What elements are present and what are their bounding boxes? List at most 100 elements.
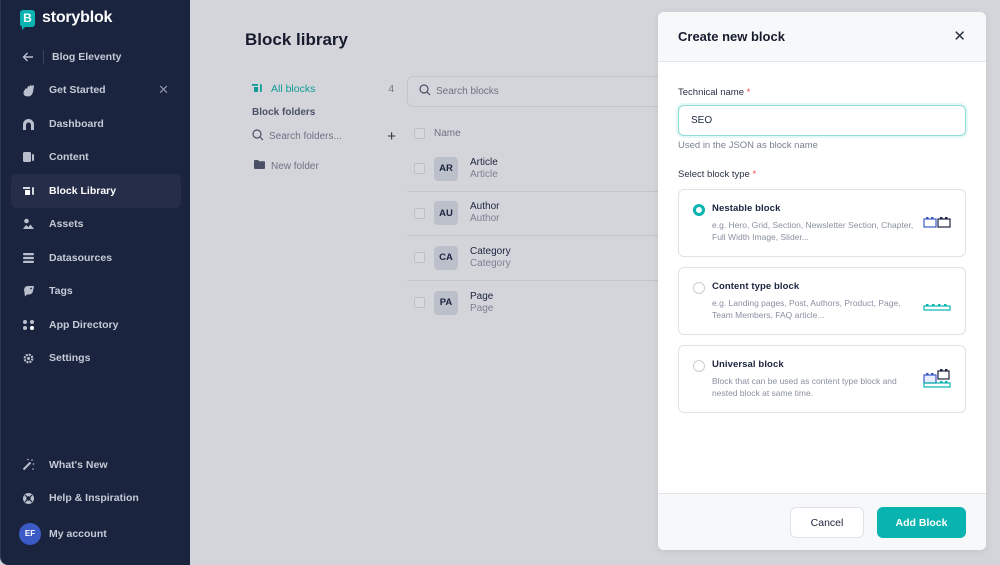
block-technical-name: Category (470, 257, 511, 269)
sidebar-item-content[interactable]: Content (11, 141, 181, 175)
block-type-content-type[interactable]: Content type block e.g. Landing pages, P… (678, 267, 966, 335)
tag-icon (21, 284, 35, 298)
sidebar-item-label: Tags (49, 285, 73, 298)
sidebar-item-datasources[interactable]: Datasources (11, 241, 181, 275)
sidebar: B storyblok Blog Eleventy Get Started ✕ … (0, 0, 190, 565)
table-row[interactable]: AU Author Author (407, 192, 658, 236)
block-name: Article (470, 156, 498, 168)
row-checkbox[interactable] (414, 252, 425, 264)
all-blocks-count: 4 (388, 83, 394, 95)
magic-wand-icon (21, 458, 35, 472)
sidebar-item-label: Content (49, 151, 89, 164)
select-all-checkbox[interactable] (414, 128, 425, 139)
block-library-icon (252, 83, 263, 96)
table-row[interactable]: PA Page Page (407, 281, 658, 326)
row-checkbox[interactable] (414, 207, 425, 219)
sidebar-item-label: My account (49, 527, 107, 540)
row-checkbox[interactable] (414, 163, 425, 175)
sidebar-item-assets[interactable]: Assets (11, 208, 181, 242)
block-name: Page (470, 290, 494, 302)
technical-name-label-text: Technical name (678, 87, 745, 98)
sidebar-item-app-directory[interactable]: App Directory (11, 308, 181, 342)
assets-icon (21, 217, 35, 231)
sidebar-item-label: Get Started (49, 84, 106, 97)
sidebar-item-label: Help & Inspiration (49, 492, 139, 505)
block-type-label-text: Select block type (678, 169, 750, 180)
create-block-modal: Create new block ✕ Technical name * Used… (658, 12, 986, 550)
search-icon (419, 84, 431, 99)
block-technical-name: Author (470, 213, 500, 225)
sidebar-item-settings[interactable]: Settings (11, 342, 181, 376)
blocks-table: Name AR Article Article AU Author Author… (407, 120, 658, 325)
logo-text: storyblok (42, 9, 113, 26)
folder-icon (254, 160, 265, 172)
sidebar-item-label: Dashboard (49, 117, 104, 130)
cancel-button[interactable]: Cancel (790, 507, 864, 538)
radio-content-type[interactable] (693, 282, 705, 294)
main-nav: Blog Eleventy Get Started ✕ Dashboard Co… (11, 40, 181, 375)
block-type-description: e.g. Landing pages, Post, Authors, Produ… (712, 298, 901, 320)
storyblok-logo[interactable]: B storyblok (20, 9, 113, 30)
folder-search-input[interactable]: Search folders... + (252, 128, 397, 145)
technical-name-input[interactable] (678, 105, 966, 136)
table-header: Name (407, 120, 658, 147)
block-avatar: AR (434, 156, 458, 181)
content-icon (21, 150, 35, 164)
search-blocks-input[interactable]: Search blocks (407, 76, 667, 107)
bottom-nav: What's New Help & Inspiration EF My acco… (11, 448, 181, 551)
sidebar-item-dashboard[interactable]: Dashboard (11, 107, 181, 141)
sidebar-item-label: App Directory (49, 318, 119, 331)
required-mark: * (746, 87, 751, 98)
row-checkbox[interactable] (414, 297, 425, 309)
lifebuoy-icon (21, 491, 35, 505)
block-type-title: Nestable block (712, 203, 781, 214)
sidebar-item-label: Block Library (49, 184, 117, 197)
radio-universal[interactable] (693, 360, 705, 372)
block-avatar: PA (434, 290, 458, 315)
arrow-left-icon (21, 50, 35, 64)
close-icon[interactable]: ✕ (158, 82, 169, 98)
modal-body: Technical name * Used in the JSON as blo… (658, 62, 986, 413)
block-type-universal[interactable]: Universal block Block that can be used a… (678, 345, 966, 413)
table-row[interactable]: CA Category Category (407, 236, 658, 281)
nestable-block-icon (923, 216, 951, 231)
sidebar-item-label: Settings (49, 352, 91, 365)
datasources-icon (21, 251, 35, 265)
add-folder-button[interactable]: + (387, 128, 396, 145)
folders-panel: All blocks 4 Block folders Search folder… (252, 80, 397, 172)
universal-block-icon (923, 368, 951, 391)
space-name: Blog Eleventy (52, 50, 122, 63)
block-type-title: Content type block (712, 281, 800, 292)
block-folders-heading: Block folders (252, 107, 316, 118)
sidebar-item-whats-new[interactable]: What's New (11, 448, 181, 482)
sidebar-item-block-library[interactable]: Block Library (11, 174, 181, 208)
modal-footer: Cancel Add Block (658, 493, 986, 550)
close-icon[interactable]: ✕ (953, 29, 966, 44)
block-type-nestable[interactable]: Nestable block e.g. Hero, Grid, Section,… (678, 189, 966, 257)
sidebar-item-get-started[interactable]: Get Started ✕ (11, 74, 181, 108)
block-name: Category (470, 245, 511, 257)
block-avatar: CA (434, 245, 458, 270)
content-type-block-icon (923, 300, 951, 314)
add-block-button[interactable]: Add Block (877, 507, 966, 538)
folder-item[interactable]: New folder (252, 160, 397, 172)
wave-hand-icon (21, 83, 35, 97)
logo-icon: B (20, 9, 35, 30)
search-icon (252, 128, 264, 144)
divider (43, 49, 44, 64)
apps-icon (21, 318, 35, 332)
sidebar-item-help[interactable]: Help & Inspiration (11, 482, 181, 516)
sidebar-item-label: Datasources (49, 251, 113, 264)
modal-header: Create new block ✕ (658, 12, 986, 62)
radio-nestable[interactable] (693, 204, 705, 216)
sidebar-item-tags[interactable]: Tags (11, 275, 181, 309)
back-to-space-button[interactable]: Blog Eleventy (11, 40, 181, 74)
dashboard-icon (21, 117, 35, 131)
technical-name-hint: Used in the JSON as block name (678, 140, 818, 151)
table-row[interactable]: AR Article Article (407, 147, 658, 192)
my-account-button[interactable]: EF My account (11, 517, 181, 551)
all-blocks-link[interactable]: All blocks 4 (252, 80, 397, 98)
all-blocks-label: All blocks (271, 83, 316, 95)
block-avatar: AU (434, 201, 458, 226)
block-library-icon (21, 184, 35, 198)
